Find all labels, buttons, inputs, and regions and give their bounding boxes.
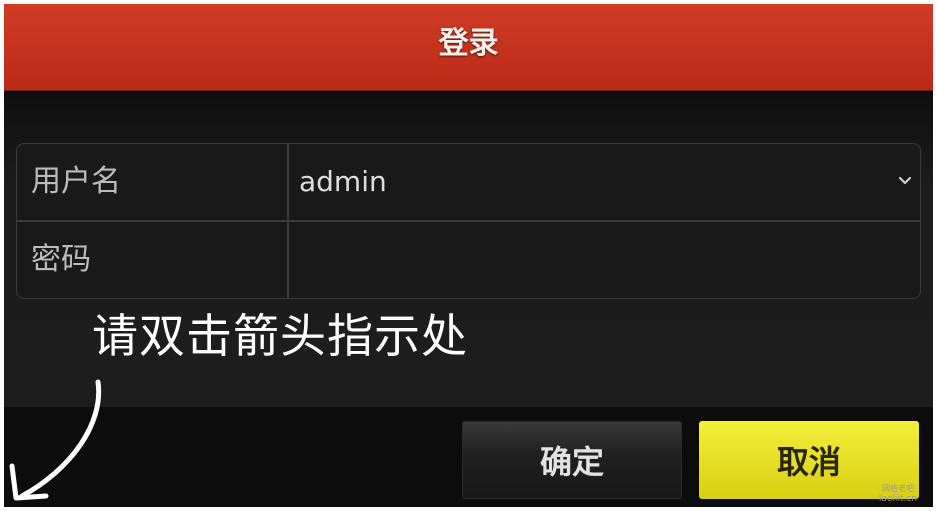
- login-form: 用户名 admin 密码: [16, 143, 921, 299]
- ok-button[interactable]: 确定: [462, 421, 682, 499]
- instruction-annotation: 请双击箭头指示处: [92, 309, 468, 363]
- watermark-line1: 网络老吧: [881, 484, 914, 493]
- password-label: 密码: [31, 242, 91, 277]
- curved-arrow-icon: [9, 379, 102, 501]
- button-bar: 确定 取消: [4, 407, 933, 507]
- password-field[interactable]: [289, 222, 920, 298]
- dialog-title: 登录: [438, 26, 499, 61]
- watermark-line2: laoliit.cn: [878, 494, 917, 504]
- username-value: admin: [299, 165, 387, 198]
- username-row: 用户名 admin: [17, 144, 920, 222]
- password-label-cell: 密码: [17, 222, 289, 298]
- title-bar: 登录: [4, 4, 933, 91]
- username-label: 用户名: [31, 164, 121, 199]
- password-row: 密码: [17, 222, 920, 298]
- username-select[interactable]: admin: [289, 144, 920, 220]
- chevron-down-icon: [898, 176, 912, 185]
- login-dialog: 登录 用户名 admin 密码 确定 取消: [4, 4, 933, 507]
- username-label-cell: 用户名: [17, 144, 289, 220]
- watermark: 网络老吧 laoliit.cn: [879, 484, 917, 505]
